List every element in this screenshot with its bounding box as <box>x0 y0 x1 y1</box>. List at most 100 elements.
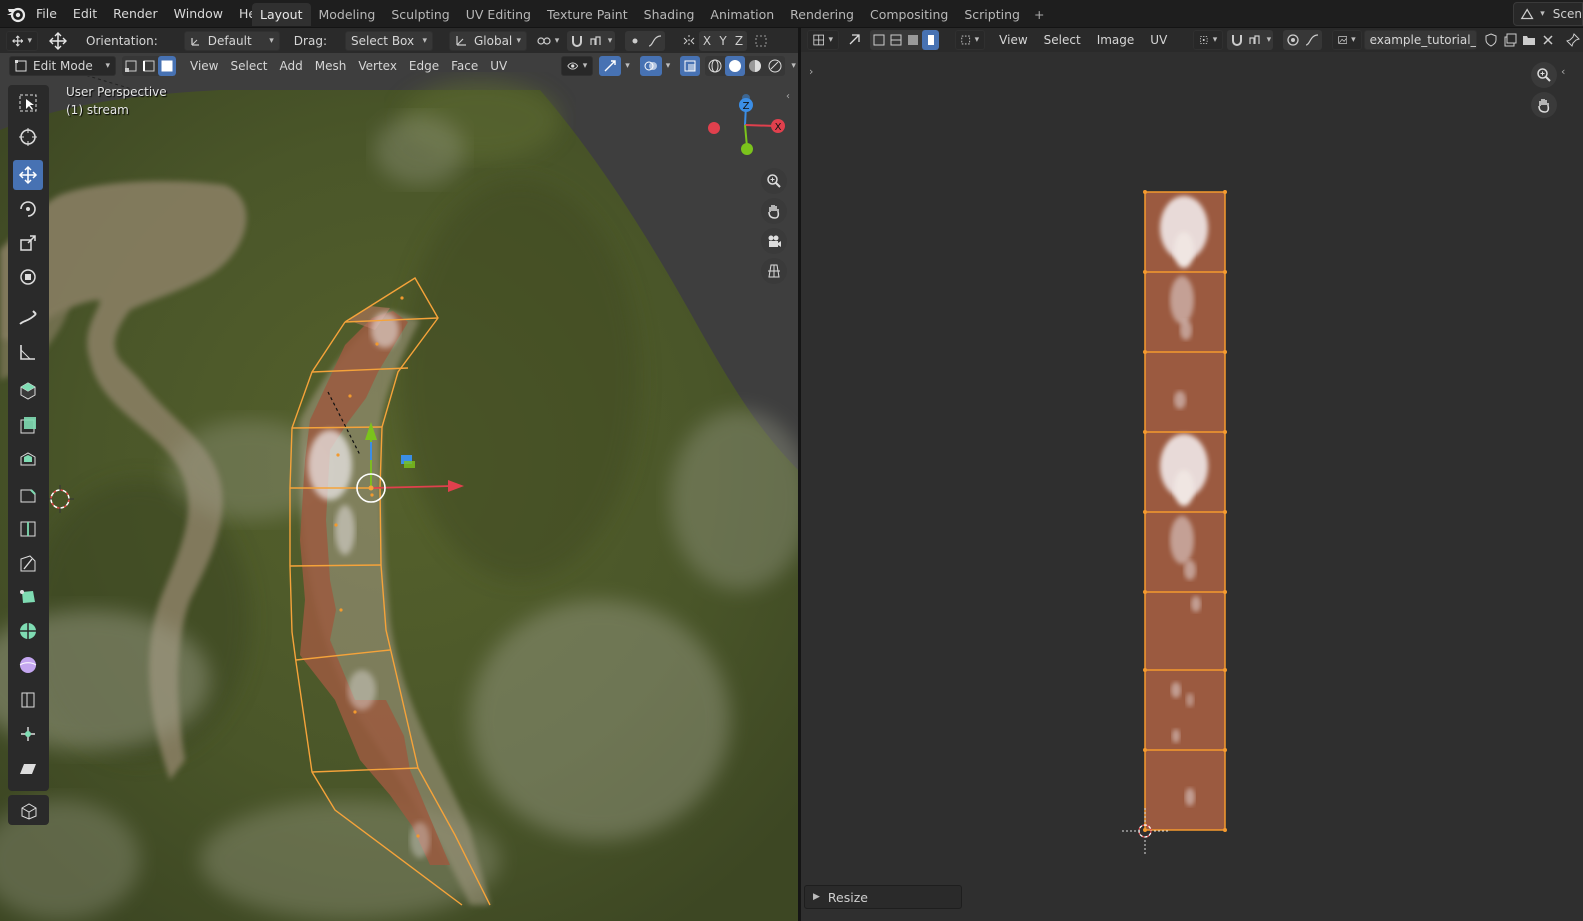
chevron-down-icon[interactable]: ▾ <box>791 61 796 71</box>
shrink-fatten-tool-icon[interactable] <box>13 719 43 749</box>
overlays-toggle[interactable] <box>639 55 662 76</box>
select-box-tool-icon[interactable] <box>13 88 43 118</box>
add-cube-tool-icon[interactable] <box>13 375 43 405</box>
sidebar-toggle-icon[interactable]: ‹ <box>786 91 790 102</box>
gizmo-toggle[interactable] <box>599 55 622 76</box>
sync-selection-icon[interactable] <box>845 30 864 50</box>
move-tool-icon[interactable] <box>48 31 68 51</box>
transform-tool-icon[interactable] <box>13 262 43 292</box>
solid-shading-icon[interactable] <box>725 55 746 76</box>
viewport-menu-add[interactable]: Add <box>274 59 309 73</box>
viewport-menu-uv[interactable]: UV <box>484 59 513 73</box>
menu-window[interactable]: Window <box>166 0 231 28</box>
pivot-point-icon[interactable]: ▾ <box>533 31 563 51</box>
viewport-menu-select[interactable]: Select <box>224 59 273 73</box>
open-folder-icon[interactable] <box>1520 30 1539 50</box>
spin-tool-icon[interactable] <box>13 616 43 646</box>
grid-view-icon[interactable] <box>761 258 787 284</box>
menu-render[interactable]: Render <box>105 0 166 28</box>
uv-canvas[interactable] <box>801 52 1583 921</box>
image-name-field[interactable]: example_tutorial_st... <box>1363 30 1478 50</box>
transform-orientation-dropdown[interactable]: Global ▾ <box>448 30 527 51</box>
uv-sync-icon[interactable] <box>751 31 771 51</box>
extrude-tool-icon[interactable] <box>13 410 43 440</box>
viewport-menu-mesh[interactable]: Mesh <box>309 59 353 73</box>
loop-cut-tool-icon[interactable] <box>13 513 43 543</box>
uv-sidebar-toggle-icon[interactable]: ‹ <box>1561 65 1565 78</box>
tab-rendering[interactable]: Rendering <box>782 3 862 26</box>
uv-falloff-icon[interactable] <box>1302 30 1321 50</box>
uv-pivot-dropdown[interactable]: ▾ <box>1193 30 1224 50</box>
editor-type-button[interactable]: ▾ <box>6 30 38 51</box>
uv-proportional-icon[interactable] <box>1283 30 1302 50</box>
vertex-select-icon[interactable] <box>122 56 140 76</box>
move-tool-icon[interactable] <box>13 160 43 190</box>
material-shading-icon[interactable] <box>745 56 765 76</box>
viewport-canvas[interactable] <box>0 28 798 921</box>
cursor-tool-icon[interactable] <box>13 122 43 152</box>
mirror-x-toggle[interactable]: X <box>699 31 715 51</box>
uv-vertex-mode-icon[interactable] <box>870 30 887 50</box>
mirror-icon[interactable] <box>679 31 699 51</box>
knife-tool-icon[interactable] <box>13 548 43 578</box>
uv-zoom-icon[interactable] <box>1531 62 1557 88</box>
tab-modeling[interactable]: Modeling <box>311 3 384 26</box>
uv-pan-hand-icon[interactable] <box>1531 92 1557 118</box>
inset-tool-icon[interactable] <box>13 444 43 474</box>
uv-menu-view[interactable]: View <box>993 33 1033 47</box>
wireframe-shading-icon[interactable] <box>705 56 725 76</box>
face-select-icon[interactable] <box>158 55 176 76</box>
blender-logo-icon[interactable] <box>6 5 26 23</box>
shear-tool-icon[interactable] <box>13 753 43 783</box>
uv-edge-mode-icon[interactable] <box>887 30 904 50</box>
proportional-edit-icon[interactable] <box>625 31 645 51</box>
xray-toggle[interactable] <box>680 55 701 76</box>
pin-icon[interactable] <box>1564 30 1583 50</box>
unlink-image-close-icon[interactable] <box>1539 30 1558 50</box>
smooth-tool-icon[interactable] <box>13 650 43 680</box>
uv-editor-type-button[interactable]: ▾ <box>807 30 839 50</box>
uv-toolbar-toggle-icon[interactable]: › <box>809 65 813 78</box>
menu-file[interactable]: File <box>28 0 65 28</box>
bevel-tool-icon[interactable] <box>13 479 43 509</box>
rip-tool-icon[interactable] <box>8 795 49 825</box>
operator-panel[interactable]: ▶ Resize <box>804 885 962 909</box>
uv-snap-icon[interactable] <box>1227 30 1246 50</box>
uv-menu-image[interactable]: Image <box>1091 33 1141 47</box>
snap-magnet-icon[interactable] <box>567 31 587 51</box>
tab-compositing[interactable]: Compositing <box>862 3 956 26</box>
viewport-menu-edge[interactable]: Edge <box>403 59 445 73</box>
new-image-icon[interactable] <box>1500 30 1519 50</box>
tab-animation[interactable]: Animation <box>702 3 782 26</box>
menu-edit[interactable]: Edit <box>65 0 105 28</box>
viewport-menu-vertex[interactable]: Vertex <box>352 59 403 73</box>
mode-dropdown[interactable]: Edit Mode ▾ <box>9 55 116 76</box>
tab-layout[interactable]: Layout <box>252 3 311 26</box>
uv-face-mode-icon[interactable] <box>905 30 922 50</box>
orientation-dropdown[interactable]: Default ▾ <box>183 30 280 51</box>
fake-user-shield-icon[interactable] <box>1481 30 1500 50</box>
viewport-menu-face[interactable]: Face <box>445 59 484 73</box>
visibility-dropdown[interactable]: ▾ <box>561 55 594 76</box>
uv-menu-select[interactable]: Select <box>1038 33 1087 47</box>
chevron-down-icon[interactable]: ▾ <box>666 61 671 71</box>
falloff-curve-icon[interactable] <box>645 31 665 51</box>
measure-tool-icon[interactable] <box>13 337 43 367</box>
mirror-y-toggle[interactable]: Y <box>715 31 731 51</box>
camera-icon[interactable] <box>761 228 787 254</box>
tab-scripting[interactable]: Scripting <box>956 3 1028 26</box>
chevron-down-icon[interactable]: ▾ <box>625 61 630 71</box>
scene-selector[interactable]: ▾ Scen <box>1513 2 1583 26</box>
tab-shading[interactable]: Shading <box>636 3 703 26</box>
uv-menu-uv[interactable]: UV <box>1144 33 1173 47</box>
rotate-tool-icon[interactable] <box>13 194 43 224</box>
mirror-z-toggle[interactable]: Z <box>731 31 747 51</box>
pan-hand-icon[interactable] <box>761 198 787 224</box>
annotate-tool-icon[interactable] <box>13 303 43 333</box>
poly-build-tool-icon[interactable] <box>13 582 43 612</box>
tab-sculpting[interactable]: Sculpting <box>383 3 457 26</box>
image-browse-dropdown[interactable]: ▾ <box>1331 30 1362 50</box>
rendered-shading-icon[interactable] <box>765 56 785 76</box>
tab-uv-editing[interactable]: UV Editing <box>458 3 539 26</box>
edge-slide-tool-icon[interactable] <box>13 685 43 715</box>
